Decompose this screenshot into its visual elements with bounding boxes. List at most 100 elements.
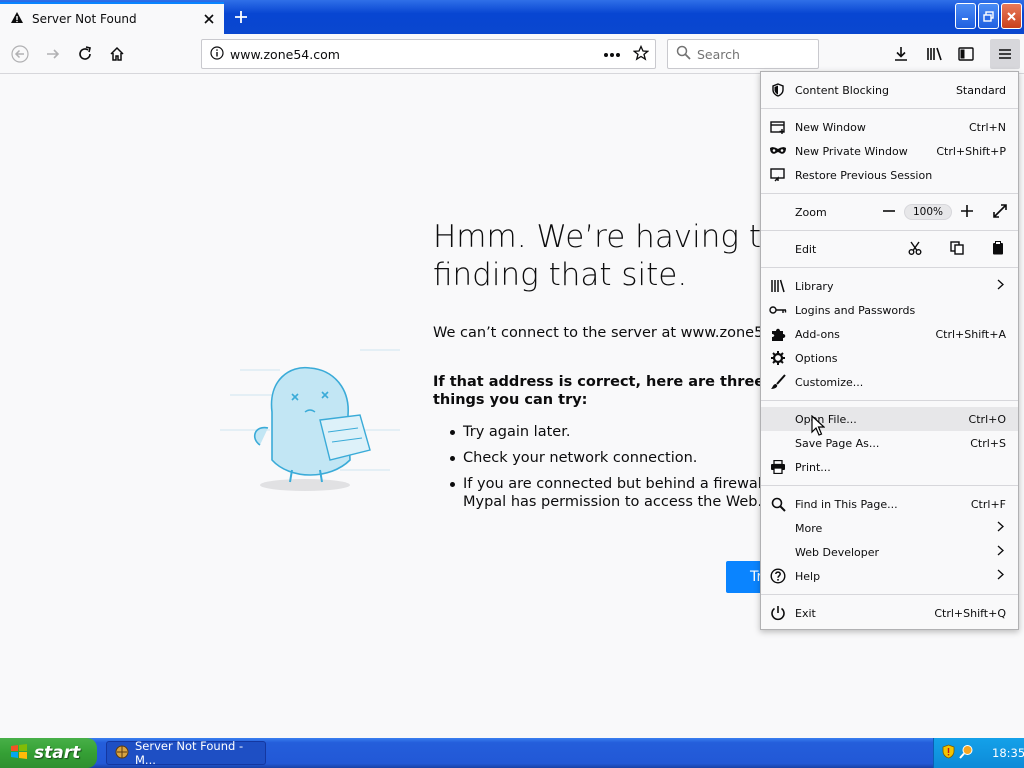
restore-session-icon bbox=[761, 168, 795, 182]
zoom-reset-button[interactable]: 100% bbox=[903, 204, 952, 220]
menu-item-new-window[interactable]: New Window Ctrl+N bbox=[761, 115, 1018, 139]
menu-label: More bbox=[795, 521, 823, 535]
menu-separator bbox=[761, 400, 1018, 401]
edit-controls bbox=[908, 240, 1004, 258]
menu-item-find[interactable]: Find in This Page... Ctrl+F bbox=[761, 492, 1018, 516]
taskbar-item-browser[interactable]: Server Not Found - M... bbox=[106, 739, 266, 767]
close-window-button[interactable] bbox=[1001, 3, 1022, 29]
menu-label: Add-ons bbox=[795, 327, 840, 341]
menu-separator bbox=[761, 193, 1018, 194]
clock: 18:35 bbox=[992, 746, 1024, 760]
help-icon bbox=[761, 568, 795, 584]
gear-icon bbox=[761, 350, 795, 366]
menu-item-addons[interactable]: Add-ons Ctrl+Shift+A bbox=[761, 322, 1018, 346]
menu-shortcut: Ctrl+S bbox=[970, 436, 1006, 450]
menu-shortcut: Ctrl+N bbox=[968, 120, 1006, 134]
url-bar[interactable]: www.zone54.com bbox=[201, 39, 656, 69]
home-button[interactable] bbox=[102, 39, 132, 69]
copy-button[interactable] bbox=[950, 240, 964, 258]
menu-item-restore-session[interactable]: Restore Previous Session bbox=[761, 163, 1018, 187]
menu-item-more[interactable]: More bbox=[761, 516, 1018, 540]
menu-item-library[interactable]: Library bbox=[761, 274, 1018, 298]
url-text[interactable]: www.zone54.com bbox=[230, 47, 603, 62]
browser-app-icon bbox=[115, 745, 129, 762]
back-arrow-icon bbox=[11, 45, 29, 63]
menu-item-exit[interactable]: Exit Ctrl+Shift+Q bbox=[761, 601, 1018, 625]
zoom-controls: 100% bbox=[882, 203, 1008, 222]
menu-label: Edit bbox=[795, 242, 817, 256]
mouse-cursor-icon bbox=[811, 414, 826, 440]
start-label: start bbox=[34, 743, 81, 763]
printer-icon bbox=[761, 460, 795, 474]
menu-item-save-page[interactable]: Save Page As... Ctrl+S bbox=[761, 431, 1018, 455]
puzzle-icon bbox=[761, 326, 795, 342]
menu-shortcut: Ctrl+F bbox=[970, 497, 1006, 511]
menu-item-content-blocking[interactable]: Content Blocking Standard bbox=[761, 78, 1018, 102]
menu-item-open-file[interactable]: Open File... Ctrl+O bbox=[761, 407, 1018, 431]
search-placeholder: Search bbox=[697, 46, 740, 62]
minimize-button[interactable] bbox=[955, 3, 976, 29]
clipboard-icon bbox=[993, 240, 1003, 254]
start-button[interactable]: start bbox=[0, 738, 97, 768]
cut-button[interactable] bbox=[908, 241, 922, 258]
menu-label: Restore Previous Session bbox=[795, 168, 933, 182]
warning-icon bbox=[10, 11, 24, 28]
close-tab-icon[interactable] bbox=[198, 8, 220, 30]
restore-icon bbox=[983, 10, 994, 22]
menu-label: Exit bbox=[795, 606, 816, 620]
fullscreen-button[interactable] bbox=[992, 203, 1008, 222]
search-bar[interactable]: Search bbox=[667, 39, 819, 69]
chevron-right-icon bbox=[997, 545, 1004, 559]
menu-label: New Window bbox=[795, 120, 866, 134]
menu-shortcut: Ctrl+O bbox=[968, 412, 1006, 426]
copy-icon bbox=[950, 240, 964, 255]
info-icon[interactable] bbox=[210, 45, 224, 63]
forward-arrow-icon bbox=[47, 49, 60, 59]
download-icon bbox=[895, 47, 907, 61]
windows-logo-icon bbox=[10, 743, 28, 764]
menu-separator bbox=[761, 594, 1018, 595]
menu-separator bbox=[761, 267, 1018, 268]
search-icon bbox=[761, 497, 795, 512]
home-icon bbox=[110, 46, 124, 61]
power-icon bbox=[761, 605, 795, 621]
restore-button[interactable] bbox=[978, 3, 999, 29]
zoom-in-button[interactable] bbox=[960, 204, 974, 221]
tab-server-not-found[interactable]: Server Not Found bbox=[0, 2, 224, 34]
menu-item-customize[interactable]: Customize... bbox=[761, 370, 1018, 394]
sidebar-button[interactable] bbox=[951, 39, 981, 69]
paste-button[interactable] bbox=[992, 240, 1004, 258]
minus-icon bbox=[882, 209, 895, 212]
search-tray-icon[interactable] bbox=[959, 744, 974, 762]
reload-button[interactable] bbox=[70, 39, 100, 69]
navigation-toolbar: www.zone54.com Search bbox=[0, 34, 1024, 74]
chevron-right-icon bbox=[997, 569, 1004, 583]
back-button[interactable] bbox=[5, 39, 35, 69]
menu-shortcut: Ctrl+Shift+Q bbox=[934, 606, 1006, 620]
security-shield-icon[interactable] bbox=[942, 744, 955, 762]
new-tab-button[interactable] bbox=[228, 4, 254, 30]
menu-label: Help bbox=[795, 569, 821, 583]
zoom-out-button[interactable] bbox=[882, 204, 896, 221]
chevron-right-icon bbox=[997, 521, 1004, 535]
paintbrush-icon bbox=[761, 374, 795, 390]
menu-item-print[interactable]: Print... bbox=[761, 455, 1018, 479]
bookmark-star-icon[interactable] bbox=[632, 44, 650, 64]
minimize-icon bbox=[961, 18, 968, 20]
menu-item-options[interactable]: Options bbox=[761, 346, 1018, 370]
search-icon bbox=[676, 45, 691, 63]
menu-item-new-private-window[interactable]: New Private Window Ctrl+Shift+P bbox=[761, 139, 1018, 163]
forward-button[interactable] bbox=[38, 39, 68, 69]
menu-item-help[interactable]: Help bbox=[761, 564, 1018, 588]
library-button[interactable] bbox=[919, 39, 949, 69]
tab-strip: Server Not Found bbox=[0, 0, 1024, 34]
mask-icon bbox=[761, 146, 795, 156]
error-illustration bbox=[210, 320, 410, 500]
app-menu-button[interactable] bbox=[990, 39, 1020, 69]
hamburger-icon bbox=[999, 49, 1011, 59]
scissors-icon bbox=[908, 241, 922, 255]
page-actions-icon[interactable] bbox=[603, 47, 621, 61]
downloads-button[interactable] bbox=[886, 39, 916, 69]
menu-item-web-developer[interactable]: Web Developer bbox=[761, 540, 1018, 564]
menu-item-logins[interactable]: Logins and Passwords bbox=[761, 298, 1018, 322]
